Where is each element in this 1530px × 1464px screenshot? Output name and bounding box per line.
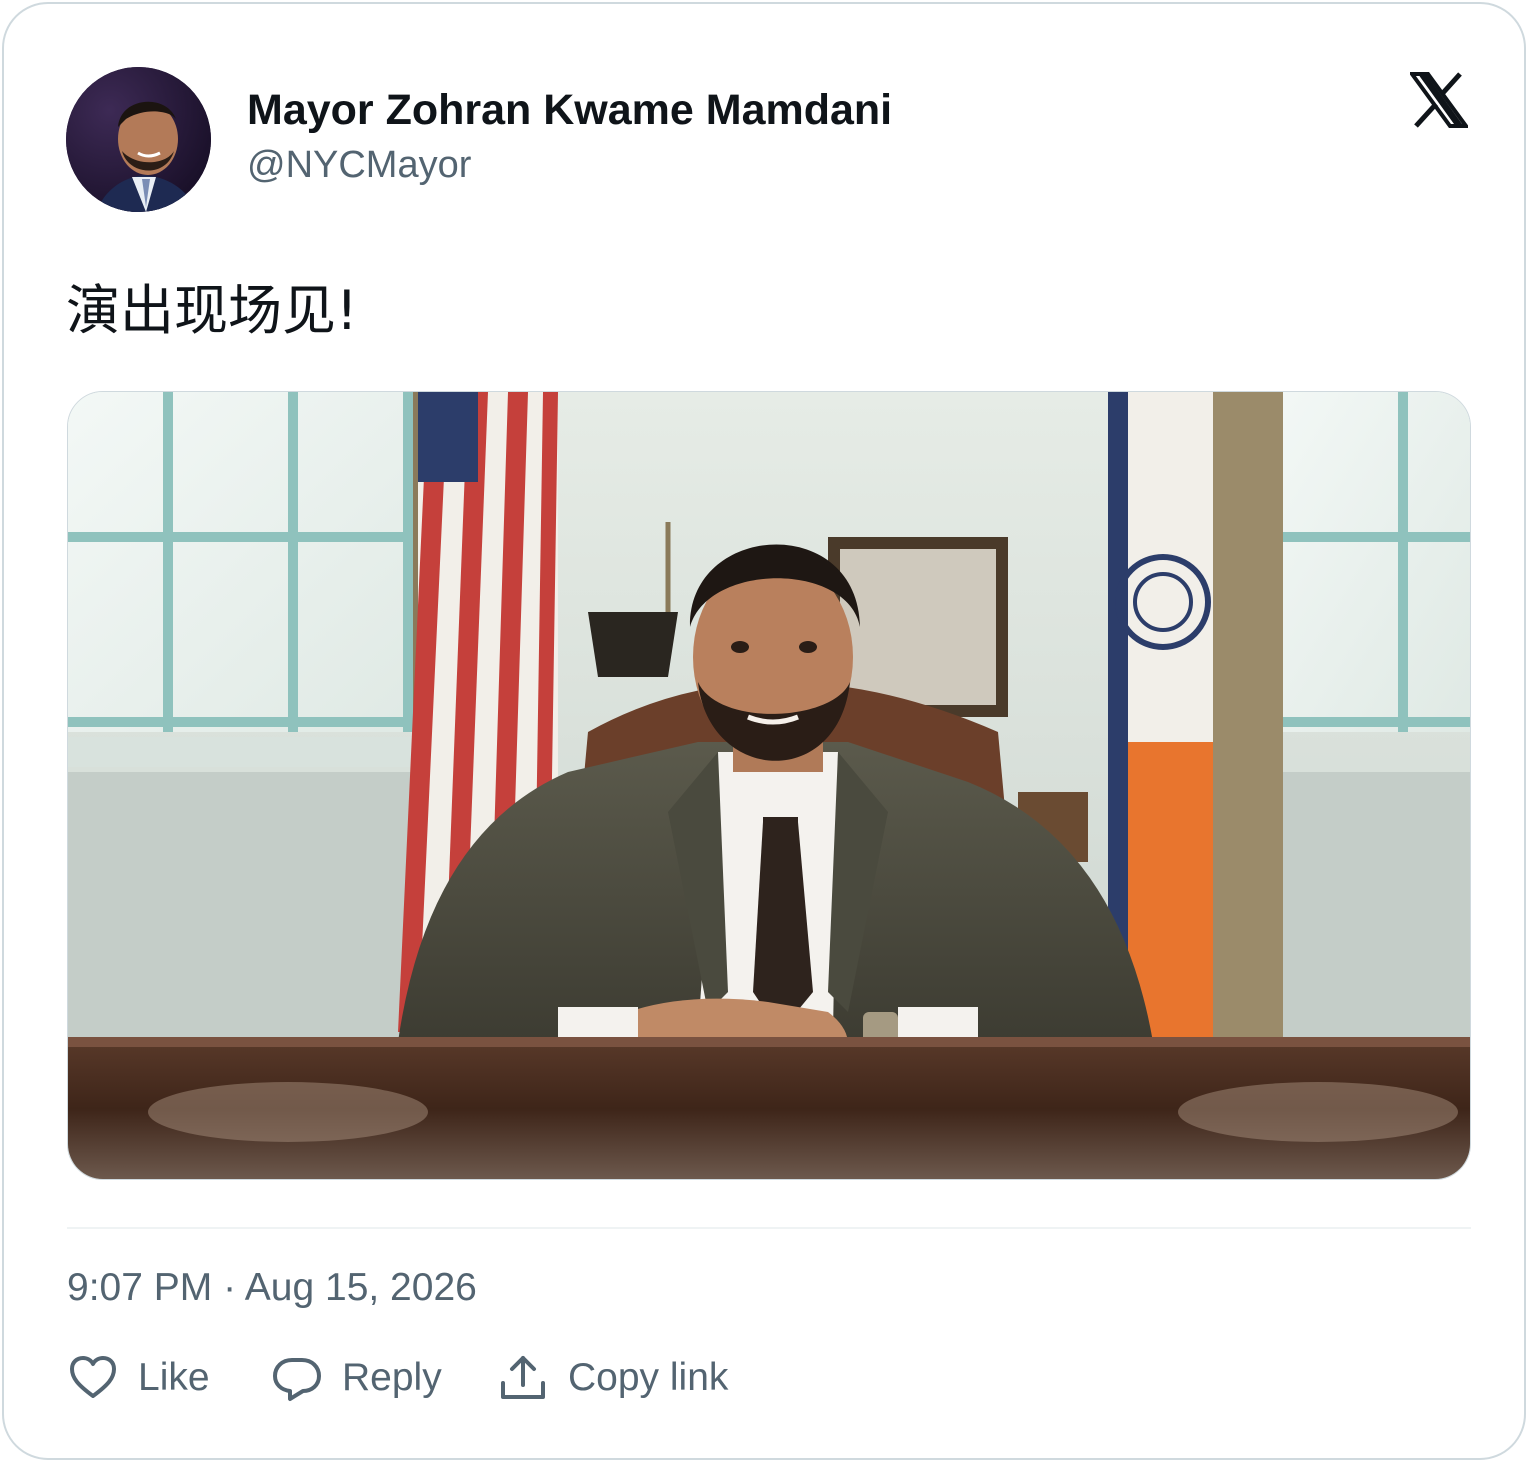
reply-button[interactable]: Reply xyxy=(272,1349,442,1407)
divider xyxy=(67,1227,1471,1229)
tweet-text: 演出现场见! xyxy=(66,279,358,342)
author-display-name[interactable]: Mayor Zohran Kwame Mamdani xyxy=(247,86,892,135)
x-logo-icon[interactable] xyxy=(1410,72,1468,128)
avatar[interactable] xyxy=(66,67,211,212)
tweet-time: 9:07 PM xyxy=(67,1266,213,1309)
tweet-date: Aug 15, 2026 xyxy=(244,1266,477,1309)
photo-image xyxy=(68,392,1470,1179)
heart-icon xyxy=(70,1356,116,1398)
tweet-card: Mayor Zohran Kwame Mamdani @NYCMayor 演出现… xyxy=(2,2,1526,1460)
like-label: Like xyxy=(138,1356,210,1399)
avatar-image xyxy=(66,67,211,212)
reply-bubble-icon xyxy=(273,1358,321,1401)
reply-label: Reply xyxy=(342,1356,442,1399)
like-button[interactable]: Like xyxy=(68,1349,210,1407)
tweet-media-photo[interactable] xyxy=(67,391,1471,1180)
copy-link-label: Copy link xyxy=(568,1356,729,1399)
timestamp-separator: · xyxy=(223,1266,237,1309)
share-upload-icon xyxy=(501,1356,545,1399)
copy-link-button[interactable]: Copy link xyxy=(498,1349,728,1407)
tweet-timestamp[interactable]: 9:07 PM · Aug 15, 2026 xyxy=(67,1266,477,1310)
author-handle[interactable]: @NYCMayor xyxy=(247,144,471,187)
